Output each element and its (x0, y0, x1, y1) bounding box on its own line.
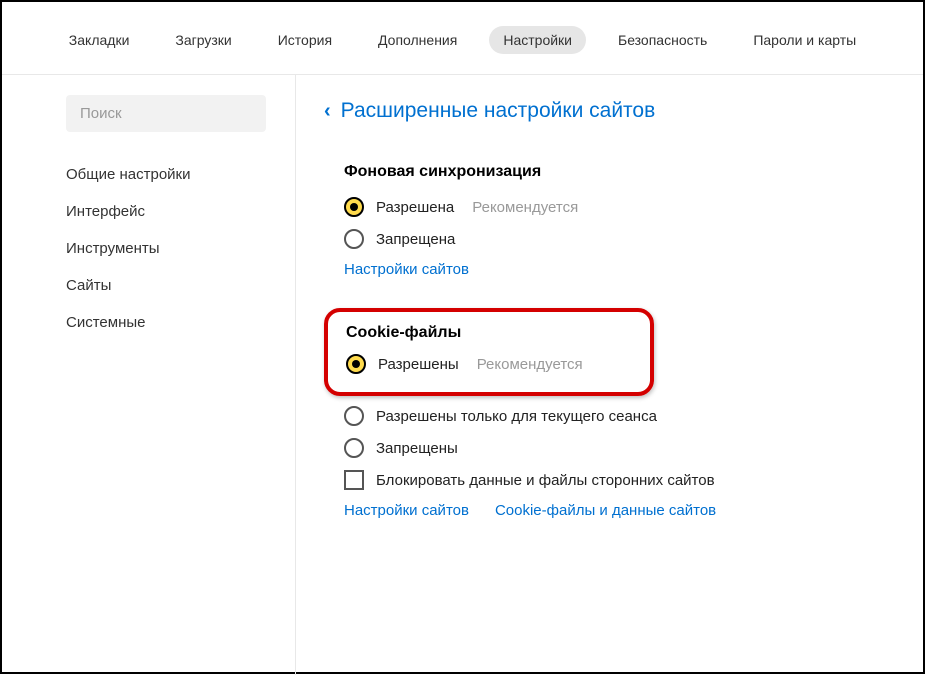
nav-security[interactable]: Безопасность (604, 26, 721, 54)
cookies-denied-option[interactable]: Запрещены (344, 438, 883, 458)
sync-title: Фоновая синхронизация (344, 163, 883, 181)
top-nav: Закладки Загрузки История Дополнения Нас… (2, 2, 923, 75)
chevron-left-icon: ‹ (324, 100, 331, 123)
nav-settings[interactable]: Настройки (489, 26, 586, 54)
cookies-allowed-option[interactable]: Разрешены Рекомендуется (346, 354, 632, 374)
breadcrumb-title: Расширенные настройки сайтов (341, 99, 656, 123)
radio-icon (346, 354, 366, 374)
cookies-sites-settings-link[interactable]: Настройки сайтов (344, 502, 469, 519)
settings-sidebar: Общие настройки Интерфейс Инструменты Са… (46, 75, 296, 675)
section-cookies: Cookie-файлы Разрешены Рекомендуется Раз… (324, 308, 883, 519)
cookies-allowed-label: Разрешены (378, 356, 459, 373)
sync-allowed-label: Разрешена (376, 199, 454, 216)
radio-icon (344, 406, 364, 426)
cookies-denied-label: Запрещены (376, 440, 458, 457)
main-panel: ‹ Расширенные настройки сайтов Фоновая с… (296, 75, 923, 675)
search-input[interactable] (80, 105, 252, 122)
checkbox-icon (344, 470, 364, 490)
nav-passwords[interactable]: Пароли и карты (739, 26, 870, 54)
sidebar-item-system[interactable]: Системные (66, 304, 295, 341)
cookies-recommended-hint: Рекомендуется (477, 356, 583, 373)
sync-recommended-hint: Рекомендуется (472, 199, 578, 216)
sidebar-item-sites[interactable]: Сайты (66, 267, 295, 304)
radio-icon (344, 197, 364, 217)
radio-icon (344, 438, 364, 458)
sync-denied-option[interactable]: Запрещена (344, 229, 883, 249)
sync-sites-settings-link[interactable]: Настройки сайтов (344, 261, 469, 278)
radio-icon (344, 229, 364, 249)
breadcrumb-back[interactable]: ‹ Расширенные настройки сайтов (324, 99, 883, 123)
cookies-block-third-option[interactable]: Блокировать данные и файлы сторонних сай… (344, 470, 883, 490)
sidebar-item-tools[interactable]: Инструменты (66, 230, 295, 267)
nav-bookmarks[interactable]: Закладки (55, 26, 144, 54)
cookies-data-link[interactable]: Cookie-файлы и данные сайтов (495, 502, 716, 519)
cookies-block-third-label: Блокировать данные и файлы сторонних сай… (376, 472, 715, 489)
sidebar-item-interface[interactable]: Интерфейс (66, 193, 295, 230)
sidebar-item-general[interactable]: Общие настройки (66, 156, 295, 193)
sync-allowed-option[interactable]: Разрешена Рекомендуется (344, 197, 883, 217)
cookies-session-label: Разрешены только для текущего сеанса (376, 408, 657, 425)
cookies-highlight: Cookie-файлы Разрешены Рекомендуется (324, 308, 654, 396)
nav-addons[interactable]: Дополнения (364, 26, 471, 54)
cookies-title: Cookie-файлы (346, 324, 632, 342)
sync-denied-label: Запрещена (376, 231, 455, 248)
section-background-sync: Фоновая синхронизация Разрешена Рекоменд… (324, 163, 883, 278)
nav-history[interactable]: История (264, 26, 346, 54)
search-box[interactable] (66, 95, 266, 132)
cookies-session-option[interactable]: Разрешены только для текущего сеанса (344, 406, 883, 426)
nav-downloads[interactable]: Загрузки (161, 26, 245, 54)
